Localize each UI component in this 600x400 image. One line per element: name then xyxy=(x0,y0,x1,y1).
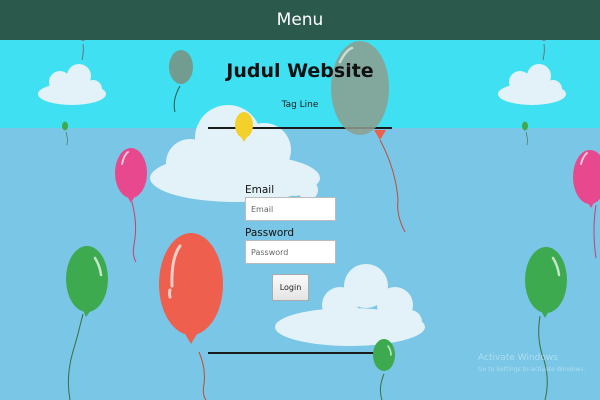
balloon-green-right xyxy=(525,247,567,400)
balloon-small-green-bottom xyxy=(373,339,395,400)
login-button[interactable]: Login xyxy=(272,274,309,301)
menu-bar[interactable]: Menu xyxy=(0,0,600,40)
activate-windows-watermark: Activate Windows Go to Settings to activ… xyxy=(478,353,585,373)
password-field[interactable] xyxy=(245,240,336,264)
balloon-tiny-green-right xyxy=(522,121,528,146)
login-form: Email Password Login xyxy=(245,183,340,301)
site-title: Judul Website xyxy=(226,60,374,82)
balloon-pink-left xyxy=(115,148,147,263)
watermark-subtitle: Go to Settings to activate Windows. xyxy=(478,366,586,373)
email-label: Email xyxy=(245,184,275,196)
email-field[interactable] xyxy=(245,197,336,221)
balloon-pink-right xyxy=(573,150,600,259)
menu-label[interactable]: Menu xyxy=(277,10,324,30)
balloon-green-left xyxy=(66,246,108,400)
balloon-large-red xyxy=(159,233,223,400)
password-label: Password xyxy=(245,227,295,239)
site-tagline: Tag Line xyxy=(281,100,319,110)
balloon-tiny-green-left xyxy=(62,121,68,146)
watermark-title: Activate Windows xyxy=(478,353,558,363)
